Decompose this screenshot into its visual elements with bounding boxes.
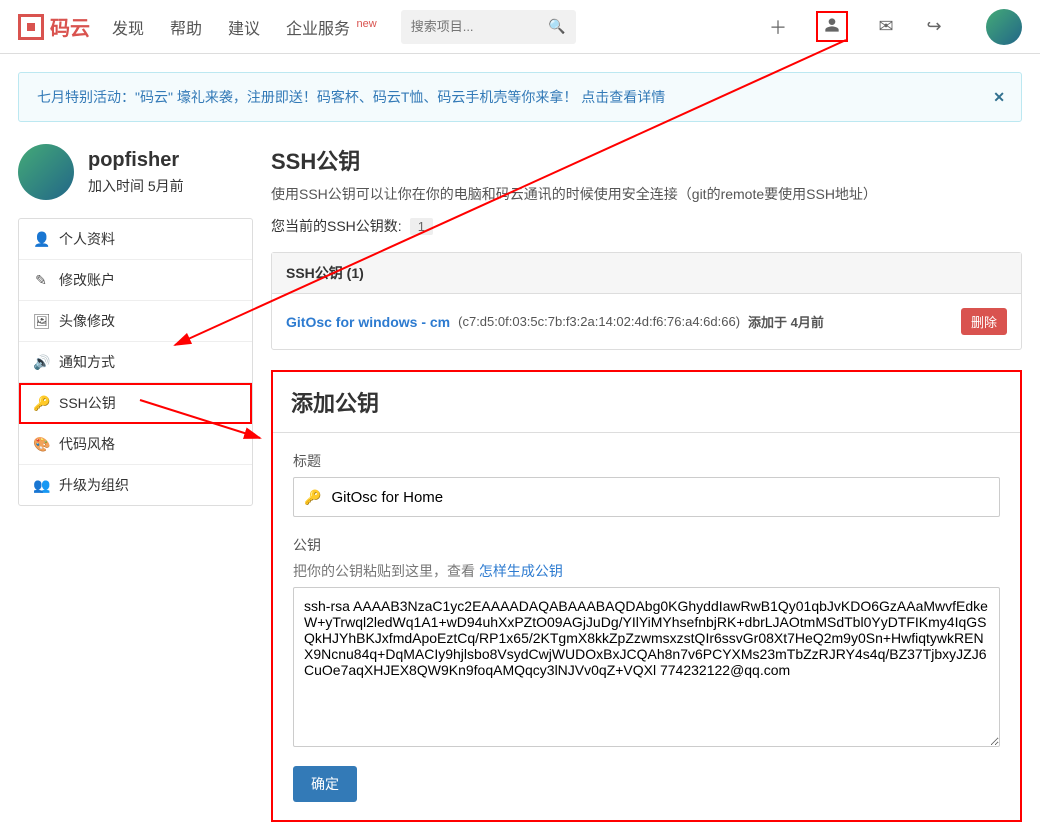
profile-name: popfisher (88, 149, 184, 172)
search-box[interactable]: 🔍 (401, 10, 576, 44)
ssh-keys-panel: SSH公钥 (1) GitOsc for windows - cm (c7:d5… (271, 252, 1022, 350)
top-nav: 码云 发现 帮助 建议 企业服务 new 🔍 ＋ ✉ ↪ (0, 0, 1040, 54)
sidebar-item-label: 个人资料 (59, 229, 115, 249)
nav-enterprise[interactable]: 企业服务 new (286, 15, 377, 39)
sidebar-item-label: 头像修改 (59, 311, 115, 331)
submit-button[interactable]: 确定 (293, 766, 357, 802)
sidebar: popfisher 加入时间 5月前 👤 个人资料 ✎ 修改账户 🖼 头像修改 (18, 144, 253, 822)
nav-suggest[interactable]: 建议 (228, 15, 260, 39)
delete-key-button[interactable]: 删除 (961, 308, 1007, 335)
mail-icon[interactable]: ✉ (876, 16, 896, 37)
howto-generate-link[interactable]: 怎样生成公钥 (479, 563, 563, 579)
logout-icon[interactable]: ↪ (924, 16, 944, 37)
key-fingerprint: (c7:d5:0f:03:5c:7b:f3:2a:14:02:4d:f6:76:… (458, 314, 740, 329)
sidebar-item-label: 通知方式 (59, 352, 115, 372)
key-count-label: 您当前的SSH公钥数: (271, 216, 402, 236)
sidebar-item-upgrade[interactable]: 👥 升级为组织 (19, 465, 252, 505)
nav-help[interactable]: 帮助 (170, 15, 202, 39)
key-name-link[interactable]: GitOsc for windows - cm (286, 314, 450, 330)
banner-text: 七月特别活动："码云" 壕礼来袭，注册即送！码客杯、码云T恤、码云手机壳等你来拿… (37, 87, 577, 107)
title-input-group: 🔑 (293, 477, 1000, 517)
key-hint: 把你的公钥粘贴到这里，查看 怎样生成公钥 (293, 561, 1000, 581)
pencil-icon: ✎ (33, 272, 49, 289)
group-icon: 👥 (33, 477, 49, 494)
avatar-large[interactable] (18, 144, 74, 200)
key-textarea[interactable]: ssh-rsa AAAAB3NzaC1yc2EAAAADAQABAAABAQDA… (293, 587, 1000, 747)
key-row: GitOsc for windows - cm (c7:d5:0f:03:5c:… (272, 294, 1021, 349)
user-icon-highlighted[interactable] (816, 11, 848, 42)
side-menu: 👤 个人资料 ✎ 修改账户 🖼 头像修改 🔊 通知方式 🔑 SSH公 (18, 218, 253, 506)
sidebar-item-codestyle[interactable]: 🎨 代码风格 (19, 424, 252, 465)
sidebar-item-label: 代码风格 (59, 434, 115, 454)
profile-joined: 加入时间 5月前 (88, 176, 184, 196)
banner-close-icon[interactable]: ✕ (993, 89, 1005, 106)
palette-icon: 🎨 (33, 436, 49, 453)
search-input[interactable] (411, 19, 541, 34)
key-icon: 🔑 (304, 489, 321, 506)
sidebar-item-notify[interactable]: 🔊 通知方式 (19, 342, 252, 383)
add-key-form: 标题 🔑 公钥 把你的公钥粘贴到这里，查看 怎样生成公钥 ssh-rsa AAA… (273, 433, 1020, 802)
add-key-section: 添加公钥 标题 🔑 公钥 把你的公钥粘贴到这里，查看 怎样生成公钥 ssh-rs… (271, 370, 1022, 822)
promo-banner: 七月特别活动："码云" 壕礼来袭，注册即送！码客杯、码云T恤、码云手机壳等你来拿… (18, 72, 1022, 122)
image-icon: 🖼 (33, 313, 49, 330)
page-desc: 使用SSH公钥可以让你在你的电脑和码云通讯的时候使用安全连接（git的remot… (271, 184, 1022, 204)
user-icon (824, 17, 840, 33)
page-title: SSH公钥 (271, 144, 1022, 176)
key-label: 公钥 (293, 535, 1000, 555)
profile-head: popfisher 加入时间 5月前 (18, 144, 253, 200)
logo[interactable]: 码云 (18, 12, 90, 41)
key-count-value: 1 (410, 218, 433, 235)
nav-links: 发现 帮助 建议 企业服务 new (112, 15, 377, 39)
main-content: SSH公钥 使用SSH公钥可以让你在你的电脑和码云通讯的时候使用安全连接（git… (271, 144, 1022, 822)
sidebar-item-account[interactable]: ✎ 修改账户 (19, 260, 252, 301)
add-key-title: 添加公钥 (273, 372, 1020, 418)
title-label: 标题 (293, 451, 1000, 471)
logo-text: 码云 (50, 12, 90, 41)
sidebar-item-avatar[interactable]: 🖼 头像修改 (19, 301, 252, 342)
sidebar-item-label: SSH公钥 (59, 393, 116, 413)
avatar-small[interactable] (986, 9, 1022, 45)
title-input[interactable] (331, 489, 989, 506)
sidebar-item-label: 修改账户 (59, 270, 115, 290)
sidebar-item-label: 升级为组织 (59, 475, 129, 495)
sidebar-item-sshkey[interactable]: 🔑 SSH公钥 (19, 383, 252, 424)
user-icon: 👤 (33, 231, 49, 248)
new-badge: new (357, 18, 377, 30)
nav-discover[interactable]: 发现 (112, 15, 144, 39)
panel-head: SSH公钥 (1) (272, 253, 1021, 294)
key-added: 添加于 4月前 (748, 312, 824, 331)
key-count-row: 您当前的SSH公钥数: 1 (271, 216, 1022, 236)
search-icon[interactable]: 🔍 (548, 18, 565, 35)
sound-icon: 🔊 (33, 354, 49, 371)
plus-icon[interactable]: ＋ (768, 14, 788, 40)
banner-link[interactable]: 点击查看详情 (581, 87, 665, 107)
logo-icon (18, 14, 44, 40)
key-icon: 🔑 (33, 395, 49, 412)
sidebar-item-profile[interactable]: 👤 个人资料 (19, 219, 252, 260)
topnav-right: ＋ ✉ ↪ (768, 9, 1022, 45)
